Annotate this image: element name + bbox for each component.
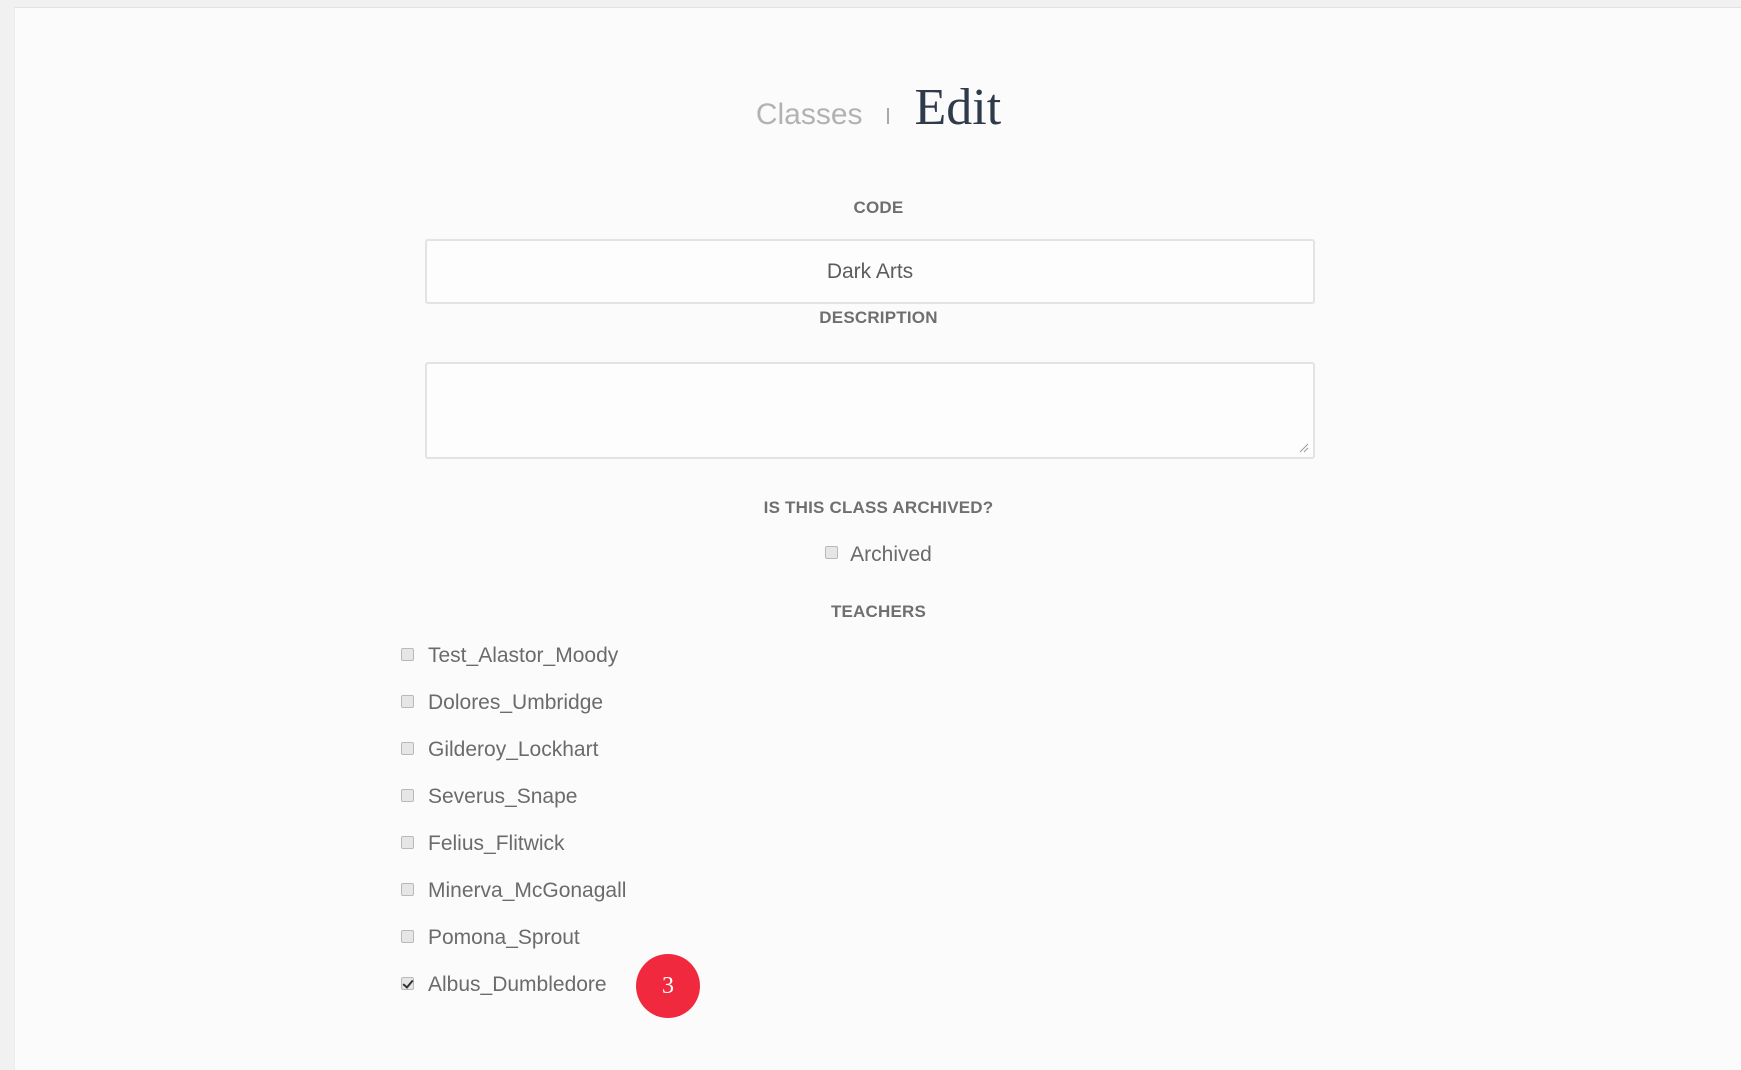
teacher-name: Minerva_McGonagall	[428, 879, 627, 902]
teacher-name: Dolores_Umbridge	[428, 691, 604, 714]
step-number-badge: 3	[636, 954, 700, 1018]
teachers-list: Test_Alastor_Moody Dolores_Umbridge Gild…	[401, 644, 626, 1020]
teacher-name: Albus_Dumbledore	[428, 973, 607, 996]
teacher-option[interactable]: Minerva_McGonagall	[401, 879, 626, 926]
code-field[interactable]: Dark Arts	[425, 239, 1315, 304]
teacher-name: Test_Alastor_Moody	[428, 644, 619, 667]
teacher-checkbox[interactable]	[401, 882, 414, 896]
teacher-option[interactable]: Severus_Snape	[401, 785, 626, 832]
resize-grip-icon[interactable]	[1297, 441, 1309, 453]
teacher-checkbox[interactable]	[401, 647, 414, 661]
teacher-checkbox[interactable]	[401, 741, 414, 755]
teacher-option[interactable]: Gilderoy_Lockhart	[401, 738, 626, 785]
teacher-name: Gilderoy_Lockhart	[428, 738, 599, 761]
breadcrumb-classes-link[interactable]: Classes	[756, 98, 863, 131]
teachers-label: TEACHERS	[830, 602, 927, 621]
teacher-option[interactable]: Dolores_Umbridge	[401, 691, 626, 738]
teacher-option[interactable]: Pomona_Sprout	[401, 926, 626, 973]
teacher-checkbox[interactable]	[401, 976, 414, 990]
teacher-option[interactable]: Felius_Flitwick	[401, 832, 626, 879]
description-textarea[interactable]	[425, 362, 1315, 459]
teacher-name: Severus_Snape	[428, 785, 578, 808]
archived-checkbox-row[interactable]: Archived	[15, 543, 1741, 567]
teacher-checkbox[interactable]	[401, 788, 414, 802]
teacher-name: Pomona_Sprout	[428, 926, 580, 949]
breadcrumb-separator	[886, 108, 889, 124]
description-label: DESCRIPTION	[819, 308, 938, 327]
teacher-option[interactable]: Test_Alastor_Moody	[401, 644, 626, 691]
archived-checkbox-label: Archived	[850, 543, 932, 566]
page-heading: Classes Edit	[15, 78, 1741, 137]
archived-question-label: IS THIS CLASS ARCHIVED?	[763, 498, 994, 517]
teacher-name: Felius_Flitwick	[428, 832, 565, 855]
page-container: Classes Edit CODE Dark Arts DESCRIPTION I…	[14, 7, 1741, 1070]
archived-checkbox[interactable]	[825, 545, 839, 559]
teacher-checkbox[interactable]	[401, 835, 414, 849]
teacher-checkbox[interactable]	[401, 929, 414, 943]
teacher-checkbox[interactable]	[401, 694, 414, 708]
teacher-option[interactable]: Albus_Dumbledore	[401, 973, 626, 1020]
code-label: CODE	[853, 198, 904, 217]
page-title: Edit	[914, 79, 1002, 136]
